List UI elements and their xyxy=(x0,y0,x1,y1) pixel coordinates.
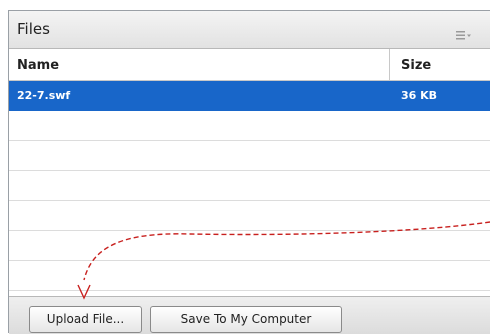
empty-row xyxy=(9,141,490,171)
table-header: Name Size xyxy=(9,49,490,81)
panel-title: Files xyxy=(17,20,50,38)
title-bar: Files xyxy=(9,11,490,49)
list-menu-icon[interactable] xyxy=(456,26,472,40)
empty-row xyxy=(9,201,490,231)
save-to-computer-button[interactable]: Save To My Computer xyxy=(150,306,342,333)
empty-row xyxy=(9,231,490,261)
empty-row xyxy=(9,171,490,201)
column-header-name[interactable]: Name xyxy=(17,58,59,73)
file-list[interactable]: 22-7.swf 36 KB xyxy=(9,81,490,296)
file-size-cell: 36 KB xyxy=(401,89,438,102)
footer-toolbar: Upload File... Save To My Computer xyxy=(9,296,490,334)
column-header-size[interactable]: Size xyxy=(401,58,431,73)
empty-row xyxy=(9,111,490,141)
table-row[interactable]: 22-7.swf 36 KB xyxy=(9,81,490,111)
files-pod-window: Files Name Size 22-7.swf 36 KB Upload Fi… xyxy=(0,0,490,334)
top-strip xyxy=(0,0,490,10)
upload-file-button[interactable]: Upload File... xyxy=(29,306,142,333)
column-divider[interactable] xyxy=(389,49,390,81)
files-panel: Files Name Size 22-7.swf 36 KB Upload Fi… xyxy=(8,10,490,334)
file-name-cell: 22-7.swf xyxy=(17,89,71,102)
empty-row xyxy=(9,261,490,291)
